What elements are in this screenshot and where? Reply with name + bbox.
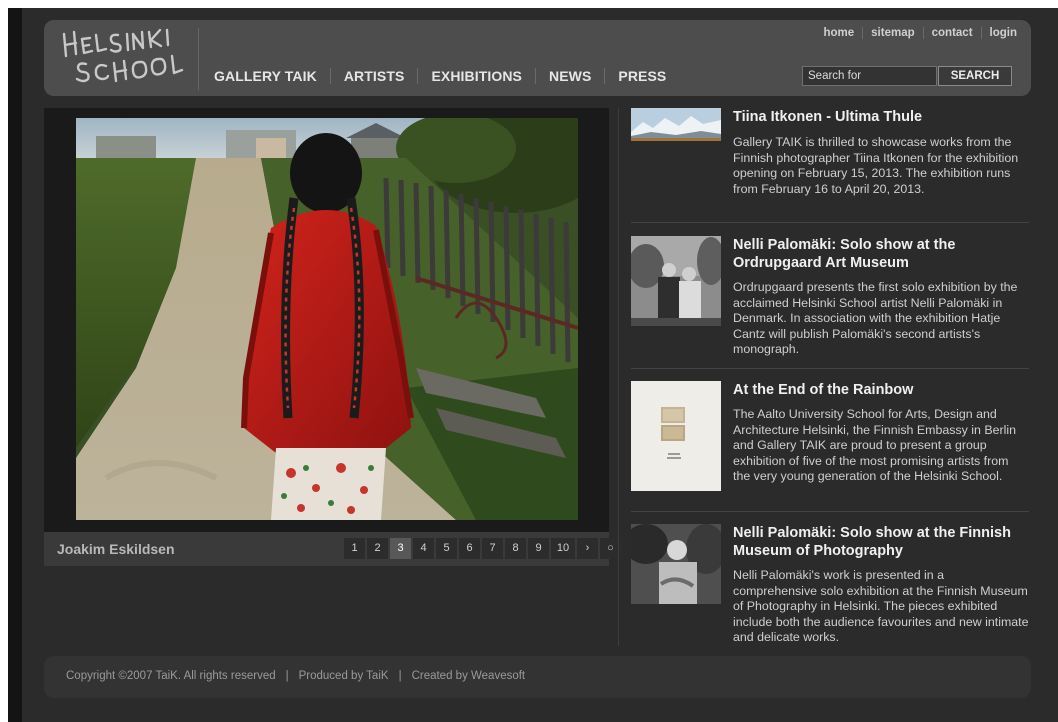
logo-divider xyxy=(198,28,199,90)
news-title[interactable]: Nelli Palomäki: Solo show at the Finnish… xyxy=(733,524,1029,560)
site-footer: Copyright ©2007 TaiK. All rights reserve… xyxy=(44,656,1031,698)
frame-edge xyxy=(8,8,22,722)
nav-sitemap-link[interactable]: sitemap xyxy=(862,27,922,39)
pager-page-8[interactable]: 8 xyxy=(505,538,526,559)
mountain-landscape-thumbnail[interactable] xyxy=(631,108,721,141)
search-button[interactable]: SEARCH xyxy=(938,66,1012,86)
slideshow-pager: 1 2 3 4 5 6 7 8 9 10 › ○ xyxy=(344,538,621,559)
pager-page-7[interactable]: 7 xyxy=(482,538,503,559)
produced-by-link[interactable]: Produced by TaiK xyxy=(299,670,389,682)
slideshow-photo[interactable] xyxy=(76,118,578,520)
couple-portrait-thumbnail[interactable] xyxy=(631,236,721,326)
catalogue-cover-thumbnail[interactable] xyxy=(631,381,721,491)
news-excerpt: Gallery TAIK is thrilled to showcase wor… xyxy=(733,135,1019,196)
man-portrait-thumbnail[interactable] xyxy=(631,524,721,614)
nav-contact-link[interactable]: contact xyxy=(922,27,981,39)
pager-page-1[interactable]: 1 xyxy=(344,538,365,559)
news-title[interactable]: At the End of the Rainbow xyxy=(733,381,1029,399)
helsinki-school-logo[interactable] xyxy=(58,26,188,90)
news-divider xyxy=(631,222,1029,223)
nav-gallery-taik[interactable]: GALLERY TAIK xyxy=(214,68,330,84)
pager-page-6[interactable]: 6 xyxy=(459,538,480,559)
created-by-link[interactable]: Created by Weavesoft xyxy=(412,670,526,682)
utility-nav: home sitemap contact login xyxy=(815,27,1017,39)
search-input[interactable] xyxy=(802,66,937,86)
slideshow-caption-bar: Joakim Eskildsen 1 2 3 4 5 6 7 8 9 10 › … xyxy=(44,532,621,566)
nav-press[interactable]: PRESS xyxy=(604,68,679,84)
footer-separator: | xyxy=(285,670,289,682)
nav-exhibitions[interactable]: EXHIBITIONS xyxy=(417,68,535,84)
pager-page-10[interactable]: 10 xyxy=(551,538,575,559)
pager-page-3[interactable]: 3 xyxy=(390,538,411,559)
photographer-name[interactable]: Joakim Eskildsen xyxy=(57,541,175,557)
nav-login-link[interactable]: login xyxy=(980,27,1017,39)
pager-page-5[interactable]: 5 xyxy=(436,538,457,559)
nav-news[interactable]: NEWS xyxy=(535,68,604,84)
copyright-text: Copyright ©2007 TaiK. All rights reserve… xyxy=(66,670,276,682)
news-title[interactable]: Tiina Itkonen - Ultima Thule xyxy=(733,108,1029,126)
slideshow: Joakim Eskildsen 1 2 3 4 5 6 7 8 9 10 › … xyxy=(44,108,621,566)
news-list: Tiina Itkonen - Ultima Thule Gallery TAI… xyxy=(618,108,1031,646)
page-frame: home sitemap contact login GALLERY TAIK … xyxy=(8,8,1058,722)
footer-credits: Copyright ©2007 TaiK. All rights reserve… xyxy=(66,670,525,682)
news-item[interactable]: Nelli Palomäki: Solo show at the Ordrupg… xyxy=(631,236,1029,368)
pager-next-icon[interactable]: › xyxy=(577,538,598,559)
news-item[interactable]: Nelli Palomäki: Solo show at the Finnish… xyxy=(631,524,1029,646)
news-excerpt: Ordrupgaard presents the first solo exhi… xyxy=(733,280,1018,356)
nav-artists[interactable]: ARTISTS xyxy=(329,68,418,84)
footer-separator: | xyxy=(398,670,402,682)
news-divider xyxy=(631,368,1029,369)
pager-page-4[interactable]: 4 xyxy=(413,538,434,559)
site-header: home sitemap contact login GALLERY TAIK … xyxy=(44,20,1031,96)
news-excerpt: Nelli Palomäki's work is presented in a … xyxy=(733,568,1029,644)
news-divider xyxy=(631,511,1029,512)
news-item[interactable]: At the End of the Rainbow The Aalto Univ… xyxy=(631,381,1029,513)
pager-page-9[interactable]: 9 xyxy=(528,538,549,559)
main-nav: GALLERY TAIK ARTISTS EXHIBITIONS NEWS PR… xyxy=(214,68,679,84)
news-title[interactable]: Nelli Palomäki: Solo show at the Ordrupg… xyxy=(733,236,1029,272)
nav-home-link[interactable]: home xyxy=(815,27,862,39)
news-item[interactable]: Tiina Itkonen - Ultima Thule Gallery TAI… xyxy=(631,108,1029,216)
pager-page-2[interactable]: 2 xyxy=(367,538,388,559)
news-excerpt: The Aalto University School for Arts, De… xyxy=(733,407,1017,483)
